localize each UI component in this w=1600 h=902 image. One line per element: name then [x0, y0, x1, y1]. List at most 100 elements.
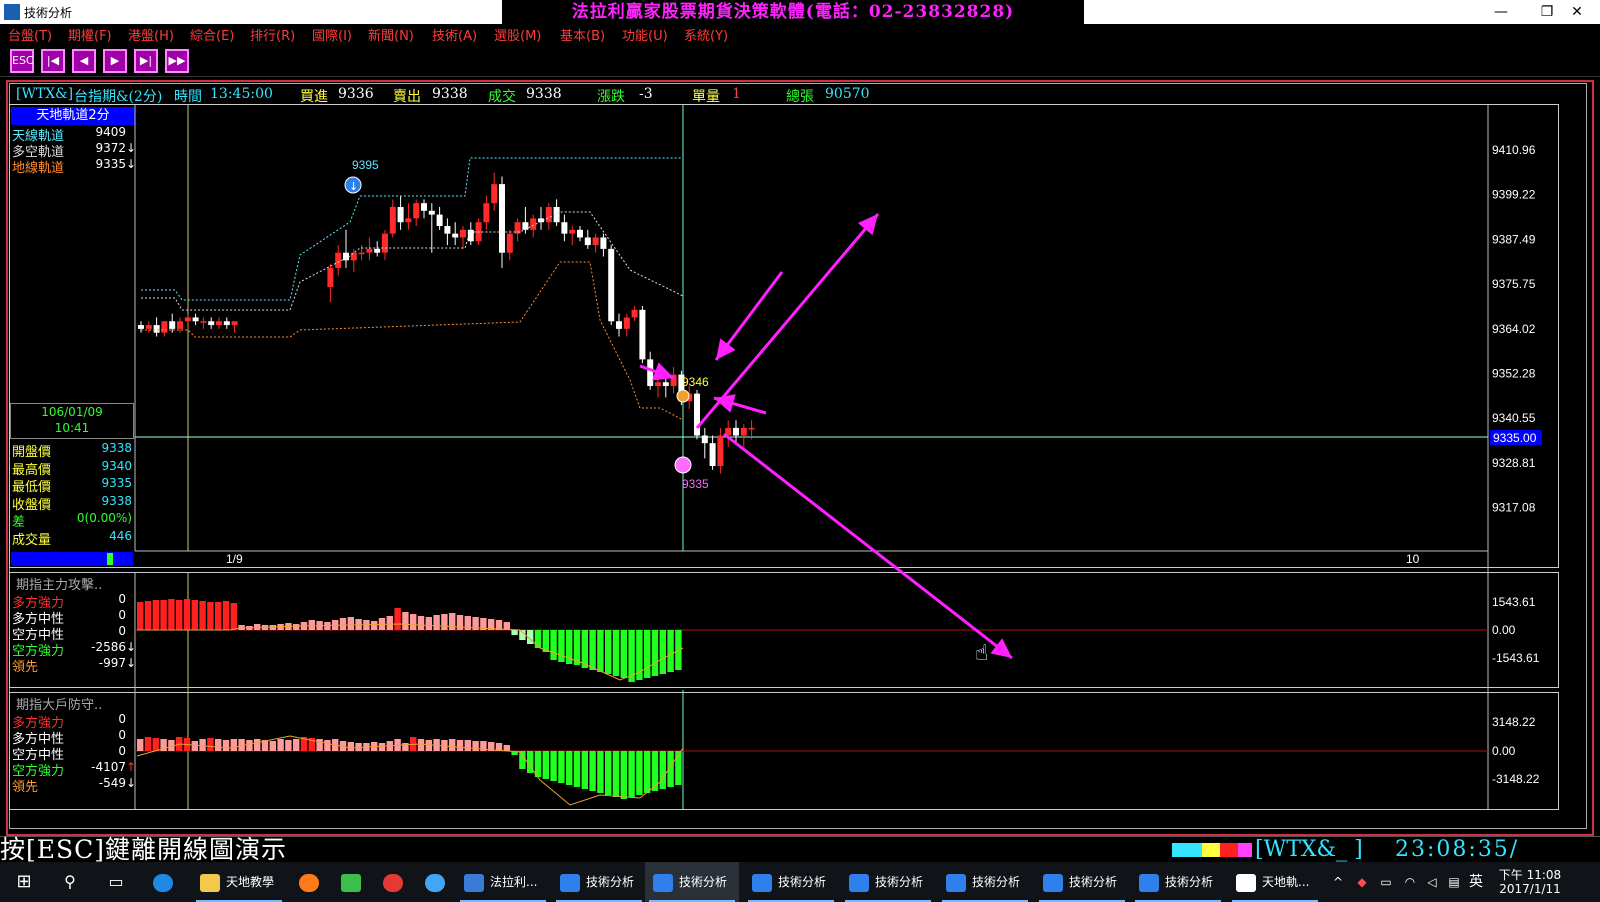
sub1-rows-value-3: -2586: [91, 640, 126, 654]
sub2-rows-value-2: 0: [118, 744, 126, 758]
scroll-position-bar[interactable]: [11, 552, 133, 566]
menu-item-3[interactable]: 綜合(E): [190, 25, 234, 44]
taskbar-ta3[interactable]: 技術分析: [744, 862, 838, 902]
esc-button[interactable]: ESC: [10, 49, 34, 73]
wechat-icon[interactable]: [334, 862, 374, 902]
ohlc-label-3: 收盤價: [12, 497, 52, 513]
search-icon[interactable]: ⚲: [50, 862, 90, 902]
quote-time: 13:45:00: [210, 86, 273, 102]
clock-date[interactable]: 2017/1/11: [1496, 882, 1564, 898]
taskbar-ta2[interactable]: 技術分析: [645, 862, 739, 902]
quote-ask-label: 賣出: [393, 89, 421, 105]
quote-vol: 1: [732, 86, 741, 102]
close-button[interactable]: ✕: [1554, 0, 1600, 24]
sub1-rows-value-2: 0: [118, 624, 126, 638]
attack-indicator-panel: [9, 572, 1559, 688]
quote-total-label: 總張: [786, 89, 814, 105]
quote-change: -3: [639, 86, 653, 102]
ohlc-value-2: 9335: [101, 476, 132, 491]
task-label: 技術分析: [1069, 875, 1118, 889]
menu-item-2[interactable]: 港盤(H): [128, 25, 174, 44]
firefox-icon[interactable]: [292, 862, 332, 902]
ohlc-value-4: 0(0.00%): [76, 511, 132, 526]
menu-bar: 台盤(T) 期權(F) 港盤(H) 綜合(E) 排行(R) 國際(I) 新聞(N) 技術(A)…: [0, 24, 1600, 44]
taskbar: ⊞ ⚲ ▭ 天地教學 法拉利... 技術分析 技術分析 技術分析 技術分析 技術分析 技術分析…: [0, 862, 1600, 902]
ie-icon[interactable]: [418, 862, 458, 902]
quote-total: 90570: [825, 86, 870, 102]
ohlc-value-0: 9338: [101, 441, 132, 455]
sub1-rows-value-4: -997: [98, 656, 126, 670]
indicator-title: 天地軌道2分: [11, 107, 135, 125]
taskbar-tiandi[interactable]: 天地軌...: [1228, 862, 1322, 902]
taskbar-ta1[interactable]: 技術分析: [552, 862, 646, 902]
app-icon: [752, 873, 772, 892]
status-symbol: [WTX&_ ]: [1255, 837, 1363, 862]
sub1-rows-arrow-3: ↓: [126, 640, 137, 654]
menu-item-8[interactable]: 選股(M): [494, 25, 541, 44]
battery-icon[interactable]: ▭: [1376, 862, 1396, 902]
ohlc-label-5: 成交量: [12, 533, 52, 548]
menu-item-4[interactable]: 排行(R): [250, 25, 295, 44]
taskbar-ta6[interactable]: 技術分析: [1035, 862, 1129, 902]
clock-time[interactable]: 下午 11:08: [1496, 866, 1564, 882]
quote-symbol: [WTX&]: [16, 86, 74, 102]
taskbar-ta7[interactable]: 技術分析: [1131, 862, 1225, 902]
taskbar-folder[interactable]: 天地教學: [192, 862, 286, 902]
defense-panel-title: 期指大戶防守..: [16, 698, 103, 713]
menu-item-7[interactable]: 技術(A): [432, 25, 477, 44]
quote-ask: 9338: [432, 86, 468, 102]
menu-item-9[interactable]: 基本(B): [560, 25, 605, 44]
scroll-thumb[interactable]: [107, 553, 113, 565]
ime-indicator[interactable]: 英: [1466, 862, 1486, 902]
sub2-rows-value-4: -549: [98, 776, 126, 790]
app-icon: [200, 873, 220, 892]
chrome-icon[interactable]: [376, 862, 416, 902]
menu-item-11[interactable]: 系統(Y): [684, 25, 728, 44]
status-color-swatches: [1172, 843, 1252, 857]
task-label: 天地軌...: [1262, 875, 1310, 889]
app-icon: [464, 873, 484, 892]
sub2-rows-value-1: 0: [118, 728, 126, 742]
shield-icon[interactable]: ◆: [1352, 862, 1372, 902]
app-icon: [560, 873, 580, 892]
volume-icon[interactable]: ◁: [1422, 862, 1442, 902]
status-bar: 按[ESC]鍵離開線圖演示 [WTX&_ ] 23:08:35/: [0, 836, 1600, 863]
taskbar-ta4[interactable]: 技術分析: [841, 862, 935, 902]
app-icon: [1236, 873, 1256, 892]
ohlc-label-1: 最高價: [12, 462, 52, 478]
task-label: 技術分析: [875, 875, 924, 889]
menu-item-1[interactable]: 期權(F): [68, 25, 112, 44]
quote-time-label: 時間: [174, 89, 202, 105]
edge-icon[interactable]: [146, 862, 186, 902]
app-icon: [4, 4, 20, 20]
tray-arrow-icon[interactable]: ^: [1328, 862, 1348, 902]
menu-item-10[interactable]: 功能(U): [622, 25, 668, 44]
taskbar-ferrari[interactable]: 法拉利...: [456, 862, 550, 902]
task-label: 技術分析: [778, 875, 827, 889]
message-icon[interactable]: ▤: [1444, 862, 1464, 902]
cursor-date: 106/01/09: [41, 405, 103, 419]
wifi-icon[interactable]: ◠: [1400, 862, 1420, 902]
task-view-icon[interactable]: ▭: [96, 862, 136, 902]
title-bar: 技術分析 法拉利贏家股票期貨決策軟體(電話：02-23832828) — ❐ ✕: [0, 0, 1600, 24]
toolbar: ESC |◀ ◀ ▶ ▶| ▶▶: [0, 43, 1600, 77]
prev-button[interactable]: ◀: [72, 49, 96, 73]
sub2-rows-value-0: 0: [118, 712, 126, 726]
banner-text: 法拉利贏家股票期貨決策軟體(電話：02-23832828): [502, 0, 1084, 24]
fast-forward-button[interactable]: ▶▶: [165, 49, 189, 73]
menu-item-0[interactable]: 台盤(T): [8, 25, 52, 44]
sub2-rows-arrow-4: ↓: [126, 776, 137, 790]
last-button[interactable]: ▶|: [134, 49, 158, 73]
start-button[interactable]: ⊞: [0, 862, 48, 902]
menu-item-5[interactable]: 國際(I): [312, 25, 352, 44]
menu-item-6[interactable]: 新聞(N): [368, 25, 414, 44]
legend-value-2: 9335: [95, 157, 126, 171]
ohlc-label-0: 開盤價: [12, 445, 52, 460]
sub2-rows-value-3: -4107: [91, 760, 126, 774]
ohlc-value-1: 9340: [101, 458, 132, 473]
first-button[interactable]: |◀: [41, 49, 65, 73]
minimize-button[interactable]: —: [1478, 0, 1524, 24]
next-button[interactable]: ▶: [103, 49, 127, 73]
status-clock: 23:08:35/: [1395, 837, 1520, 862]
taskbar-ta5[interactable]: 技術分析: [938, 862, 1032, 902]
